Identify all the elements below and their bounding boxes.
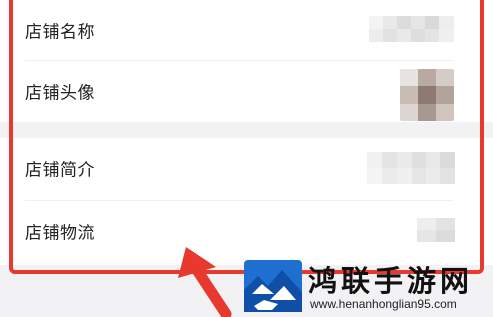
row-label: 店铺头像	[25, 83, 95, 104]
store-intro-value-blurred	[367, 152, 455, 184]
section-gap	[0, 122, 493, 138]
row-label: 店铺名称	[25, 22, 95, 43]
store-name-value-blurred	[369, 16, 454, 42]
settings-group-basic: 店铺名称 店铺头像	[0, 0, 493, 122]
page-background-bottom	[0, 265, 493, 317]
settings-row-store-avatar[interactable]: 店铺头像	[0, 61, 493, 121]
settings-row-store-logistics[interactable]: 店铺物流	[0, 201, 493, 261]
store-logistics-value-blurred	[417, 218, 455, 242]
row-label: 店铺物流	[25, 223, 95, 244]
settings-row-store-name[interactable]: 店铺名称	[0, 0, 493, 60]
settings-group-more: 店铺简介 店铺物流	[0, 138, 493, 265]
store-avatar-thumbnail	[400, 69, 454, 121]
row-label: 店铺简介	[25, 160, 95, 181]
settings-row-store-intro[interactable]: 店铺简介	[0, 138, 493, 198]
